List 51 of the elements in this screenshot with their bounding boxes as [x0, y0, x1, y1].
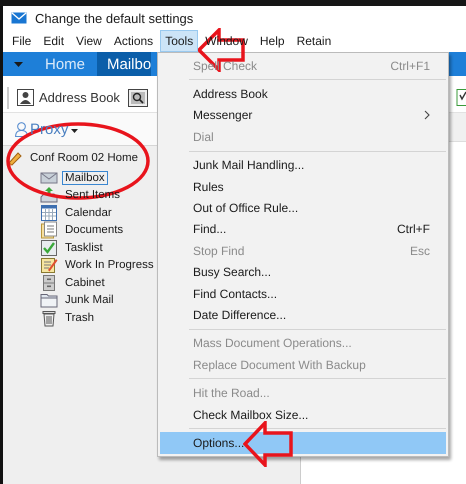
menu-item[interactable]: Junk Mail Handling...	[160, 154, 446, 176]
contact-card-icon	[17, 89, 34, 106]
menu-item[interactable]: File	[7, 30, 36, 52]
menu-item[interactable]: Rules	[160, 176, 446, 198]
ribbon-tab[interactable]: Mailbo	[97, 52, 152, 76]
documents-icon	[40, 221, 58, 240]
window-title: Change the default settings	[35, 10, 194, 26]
tree-item[interactable]: Cabinet	[62, 276, 108, 290]
cabinet-icon	[40, 274, 58, 292]
tree-item[interactable]: Documents	[62, 223, 126, 238]
chevron-right-icon	[424, 110, 430, 120]
menu-item[interactable]: Options...	[160, 432, 446, 454]
menu-item[interactable]: Retain	[292, 30, 336, 52]
address-book-button[interactable]: Address Book	[17, 89, 120, 106]
menu-item[interactable]: Check Mailbox Size...	[160, 404, 446, 426]
arrow-annotation	[243, 421, 293, 467]
tree-item[interactable]: Mailbox	[62, 170, 108, 185]
caret-icon	[71, 128, 78, 132]
find-icon	[128, 88, 148, 106]
menu-item[interactable]: Address Book	[160, 83, 446, 105]
person-icon	[15, 122, 28, 136]
menu-item[interactable]: Actions	[108, 30, 158, 52]
menu-item[interactable]: Messenger	[160, 104, 446, 126]
menu-item[interactable]: Find... Ctrl+F	[160, 218, 446, 240]
checkbox-icon	[40, 238, 58, 257]
menu-item[interactable]: Out of Office Rule...	[160, 197, 446, 219]
tree-item[interactable]: Conf Room 02 Home	[3, 149, 138, 167]
menu-item[interactable]: Find Contacts...	[160, 282, 446, 304]
menu-item[interactable]: Edit	[38, 30, 70, 52]
menu-item[interactable]: Tools	[160, 30, 198, 52]
shortcut-label: Esc	[410, 244, 430, 258]
caret-icon	[14, 62, 22, 66]
menu-item[interactable]: Help	[254, 30, 290, 52]
folder-icon	[40, 291, 58, 310]
menu-item[interactable]: View	[71, 30, 107, 52]
pencil-icon	[7, 150, 23, 166]
outbox-icon	[40, 186, 58, 204]
tree-item[interactable]: Junk Mail	[62, 293, 117, 308]
tree-item[interactable]: Work In Progress	[62, 258, 157, 272]
envelope-icon	[11, 12, 27, 24]
menu-item[interactable]: Date Difference...	[160, 304, 446, 326]
tree-item[interactable]: Calendar	[62, 206, 115, 220]
shortcut-label: Ctrl+F1	[390, 58, 430, 73]
calendar-icon	[40, 204, 58, 222]
tree-item[interactable]: Tasklist	[62, 240, 106, 255]
tree-item[interactable]: Trash	[62, 310, 97, 325]
menu-item[interactable]: Window	[200, 30, 253, 52]
menu-item[interactable]: Busy Search...	[160, 262, 446, 283]
shortcut-label: Ctrl+F	[397, 222, 430, 236]
notepad-icon	[40, 256, 58, 274]
trash-icon	[40, 308, 58, 327]
